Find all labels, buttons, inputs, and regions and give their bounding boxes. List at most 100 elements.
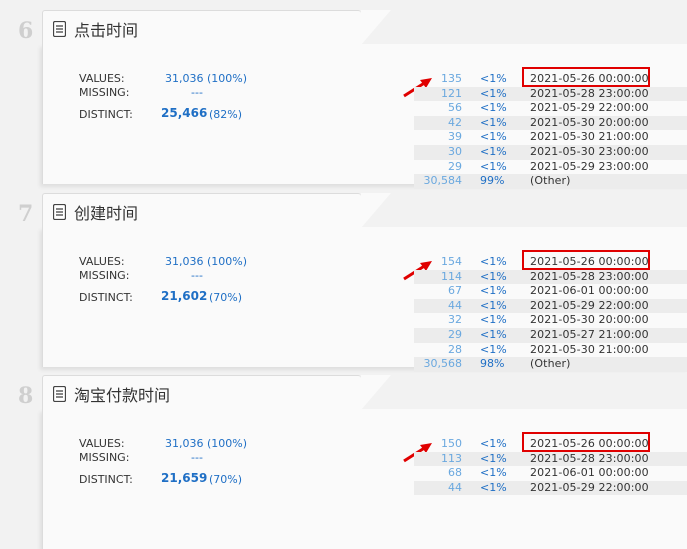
- variable-number: 6: [18, 18, 34, 44]
- frequency-row: 135 <1% 2021-05-26 00:00:00: [403, 67, 687, 98]
- frequency-count: 28: [448, 342, 462, 356]
- frequency-count: 30,584: [423, 174, 463, 188]
- frequency-row: 114 <1% 2021-05-28 23:00:00: [414, 269, 687, 285]
- values-label: VALUES:: [79, 255, 125, 268]
- frequency-percent: <1%: [480, 451, 507, 465]
- frequency-row: 154 <1% 2021-05-26 00:00:00: [403, 250, 687, 281]
- frequency-percent: <1%: [480, 144, 507, 158]
- frequency-value: 2021-05-29 22:00:00: [530, 480, 649, 494]
- frequency-percent: <1%: [480, 269, 507, 283]
- distinct-count: 25,466: [161, 106, 208, 120]
- frequency-percent: <1%: [480, 255, 507, 268]
- frequency-value: (Other): [530, 357, 571, 371]
- variable-tab[interactable]: 点击时间: [42, 10, 391, 45]
- frequency-percent: <1%: [480, 101, 507, 115]
- frequency-percent: 99%: [480, 174, 505, 188]
- frequency-value: 2021-05-30 20:00:00: [530, 115, 649, 129]
- frequency-table: 154 <1% 2021-05-26 00:00:00 114 <1% 2021-05-2…: [403, 250, 687, 372]
- distinct-percent: (70%): [209, 473, 243, 486]
- frequency-row: 44 <1% 2021-05-29 22:00:00: [414, 298, 687, 314]
- frequency-count: 29: [448, 159, 462, 173]
- stats-block: VALUES: 31,036 (100%) MISSING: --- DISTI…: [79, 437, 279, 491]
- variable-card: VALUES: 31,036 (100%) MISSING: --- DISTI…: [42, 409, 687, 549]
- missing-count: ---: [191, 269, 203, 282]
- frequency-row: 150 <1% 2021-05-26 00:00:00: [403, 432, 687, 463]
- frequency-value: 2021-05-27 21:00:00: [530, 327, 649, 341]
- frequency-value: 2021-05-28 23:00:00: [530, 269, 649, 283]
- frequency-percent: <1%: [480, 72, 507, 85]
- distinct-count: 21,659: [161, 471, 208, 485]
- frequency-value: 2021-05-30 21:00:00: [530, 130, 649, 144]
- document-icon: [52, 20, 67, 38]
- frequency-percent: <1%: [480, 115, 507, 129]
- frequency-value: 2021-05-30 23:00:00: [530, 144, 649, 158]
- missing-label: MISSING:: [79, 269, 130, 282]
- frequency-value: 2021-05-30 21:00:00: [530, 342, 649, 356]
- frequency-value: 2021-05-28 23:00:00: [530, 86, 649, 100]
- frequency-percent: <1%: [480, 130, 507, 144]
- frequency-row: 30,568 98% (Other): [414, 357, 687, 372]
- frequency-percent: <1%: [480, 284, 507, 298]
- values-count: 31,036 (100%): [165, 72, 248, 85]
- distinct-percent: (70%): [209, 291, 243, 304]
- distinct-percent: (82%): [209, 108, 243, 121]
- variable-number: 8: [18, 383, 34, 409]
- frequency-percent: <1%: [480, 480, 507, 494]
- frequency-row: 67 <1% 2021-06-01 00:00:00: [414, 284, 687, 299]
- values-count: 31,036 (100%): [165, 255, 248, 268]
- variable-tab[interactable]: 淘宝付款时间: [42, 375, 391, 410]
- distinct-count: 21,602: [161, 289, 208, 303]
- variable-card: VALUES: 31,036 (100%) MISSING: --- DISTI…: [42, 44, 687, 189]
- frequency-value: 2021-05-29 22:00:00: [530, 101, 649, 115]
- frequency-row: 30,584 99% (Other): [414, 174, 687, 189]
- distinct-label: DISTINCT:: [79, 473, 133, 486]
- frequency-percent: 98%: [480, 357, 505, 371]
- frequency-row: 32 <1% 2021-05-30 20:00:00: [414, 313, 687, 328]
- variable-title: 创建时间: [74, 204, 139, 223]
- frequency-row: 28 <1% 2021-05-30 21:00:00: [414, 343, 687, 358]
- frequency-count: 114: [441, 269, 462, 283]
- frequency-row: 30 <1% 2021-05-30 23:00:00: [414, 144, 687, 160]
- frequency-value: 2021-06-01 00:00:00: [530, 466, 649, 480]
- frequency-count: 121: [441, 86, 462, 100]
- frequency-count: 68: [448, 466, 462, 480]
- values-label: VALUES:: [79, 72, 125, 85]
- frequency-row: 44 <1% 2021-05-29 22:00:00: [414, 480, 687, 496]
- frequency-value: 2021-06-01 00:00:00: [530, 284, 649, 298]
- missing-label: MISSING:: [79, 451, 130, 464]
- highlight-box: [522, 250, 650, 270]
- highlight-box: [522, 432, 650, 452]
- variable-number: 7: [18, 201, 34, 227]
- values-label: VALUES:: [79, 437, 125, 450]
- missing-count: ---: [191, 451, 203, 464]
- frequency-percent: <1%: [480, 437, 507, 450]
- frequency-count: 113: [441, 451, 462, 465]
- variable-title: 淘宝付款时间: [74, 386, 171, 405]
- frequency-count: 56: [448, 101, 462, 115]
- stats-block: VALUES: 31,036 (100%) MISSING: --- DISTI…: [79, 255, 279, 309]
- frequency-row: 121 <1% 2021-05-28 23:00:00: [414, 86, 687, 102]
- frequency-count: 39: [448, 130, 462, 144]
- frequency-row: 68 <1% 2021-06-01 00:00:00: [414, 466, 687, 481]
- frequency-count: 30,568: [423, 357, 463, 371]
- frequency-percent: <1%: [480, 342, 507, 356]
- frequency-count: 29: [448, 327, 462, 341]
- missing-count: ---: [191, 86, 203, 99]
- frequency-value: 2021-05-28 23:00:00: [530, 451, 649, 465]
- highlight-box: [522, 67, 650, 87]
- frequency-value: 2021-05-29 22:00:00: [530, 298, 649, 312]
- frequency-row: 56 <1% 2021-05-29 22:00:00: [414, 101, 687, 116]
- frequency-count: 32: [448, 313, 462, 327]
- missing-label: MISSING:: [79, 86, 130, 99]
- document-icon: [52, 203, 67, 221]
- frequency-count: 67: [448, 284, 462, 298]
- frequency-row: 29 <1% 2021-05-29 23:00:00: [414, 160, 687, 175]
- frequency-count: 30: [448, 144, 462, 158]
- frequency-percent: <1%: [480, 327, 507, 341]
- frequency-percent: <1%: [480, 313, 507, 327]
- document-icon: [52, 385, 67, 403]
- values-count: 31,036 (100%): [165, 437, 248, 450]
- distinct-label: DISTINCT:: [79, 291, 133, 304]
- frequency-row: 39 <1% 2021-05-30 21:00:00: [414, 130, 687, 145]
- variable-tab[interactable]: 创建时间: [42, 193, 391, 228]
